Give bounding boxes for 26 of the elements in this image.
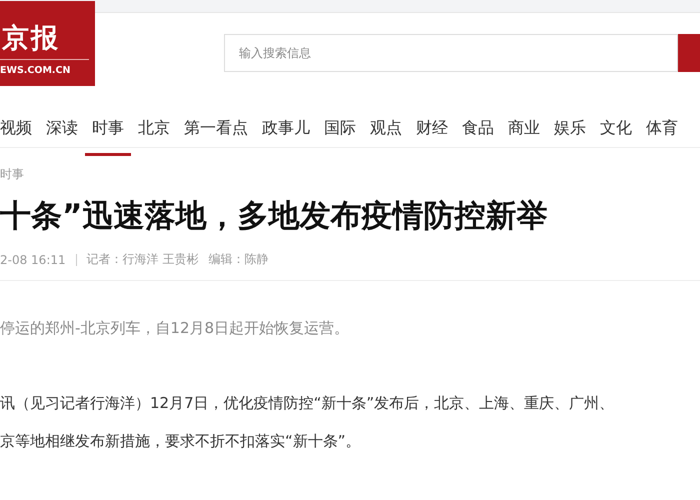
nav-tab[interactable]: 视频 — [0, 106, 39, 156]
nav-tab[interactable]: 观点 — [363, 106, 409, 156]
logo[interactable]: 京报 EWS.COM.CN — [0, 1, 95, 86]
article-lead: 停运的郑州-北京列车，自12月8日起开始恢复运营。 — [0, 319, 350, 338]
publish-time: 2-08 16:11 — [0, 252, 66, 266]
nav-tab[interactable]: 商业 — [501, 106, 547, 156]
search-field[interactable]: 输入搜索信息 — [224, 34, 678, 72]
nav-tab[interactable]: 政事儿 — [255, 106, 317, 156]
nav-tab[interactable]: 第一看点 — [177, 106, 255, 156]
editor: 编辑：陈静 — [208, 251, 268, 268]
nav-tab[interactable]: 娱乐 — [547, 106, 593, 156]
article-paragraph: 京等地相继发布新措施，要求不折不扣落实“新十条”。 — [0, 431, 362, 452]
nav-tab[interactable]: 国际 — [317, 106, 363, 156]
nav-tab[interactable]: 体育 — [639, 106, 685, 156]
nav-tab[interactable]: 深读 — [39, 106, 85, 156]
nav-tab[interactable]: 北京 — [131, 106, 177, 156]
nav-tab[interactable]: 时事 — [85, 106, 131, 156]
nav-tab[interactable]: 财经 — [409, 106, 455, 156]
search-button[interactable] — [678, 34, 700, 72]
article-title: 十条”迅速落地，多地发布疫情防控新举 — [0, 197, 548, 236]
nav-tab[interactable]: 食品 — [455, 106, 501, 156]
nav-tab[interactable]: 文化 — [593, 106, 639, 156]
reporters: 记者：行海洋 王贵彬 — [86, 251, 198, 268]
logo-domain: EWS.COM.CN — [0, 65, 72, 76]
article-paragraph: 讯（见习记者行海洋）12月7日，优化疫情防控“新十条”发布后，北京、上海、重庆、广州、 — [0, 393, 616, 414]
logo-title: 京报 — [0, 20, 89, 60]
